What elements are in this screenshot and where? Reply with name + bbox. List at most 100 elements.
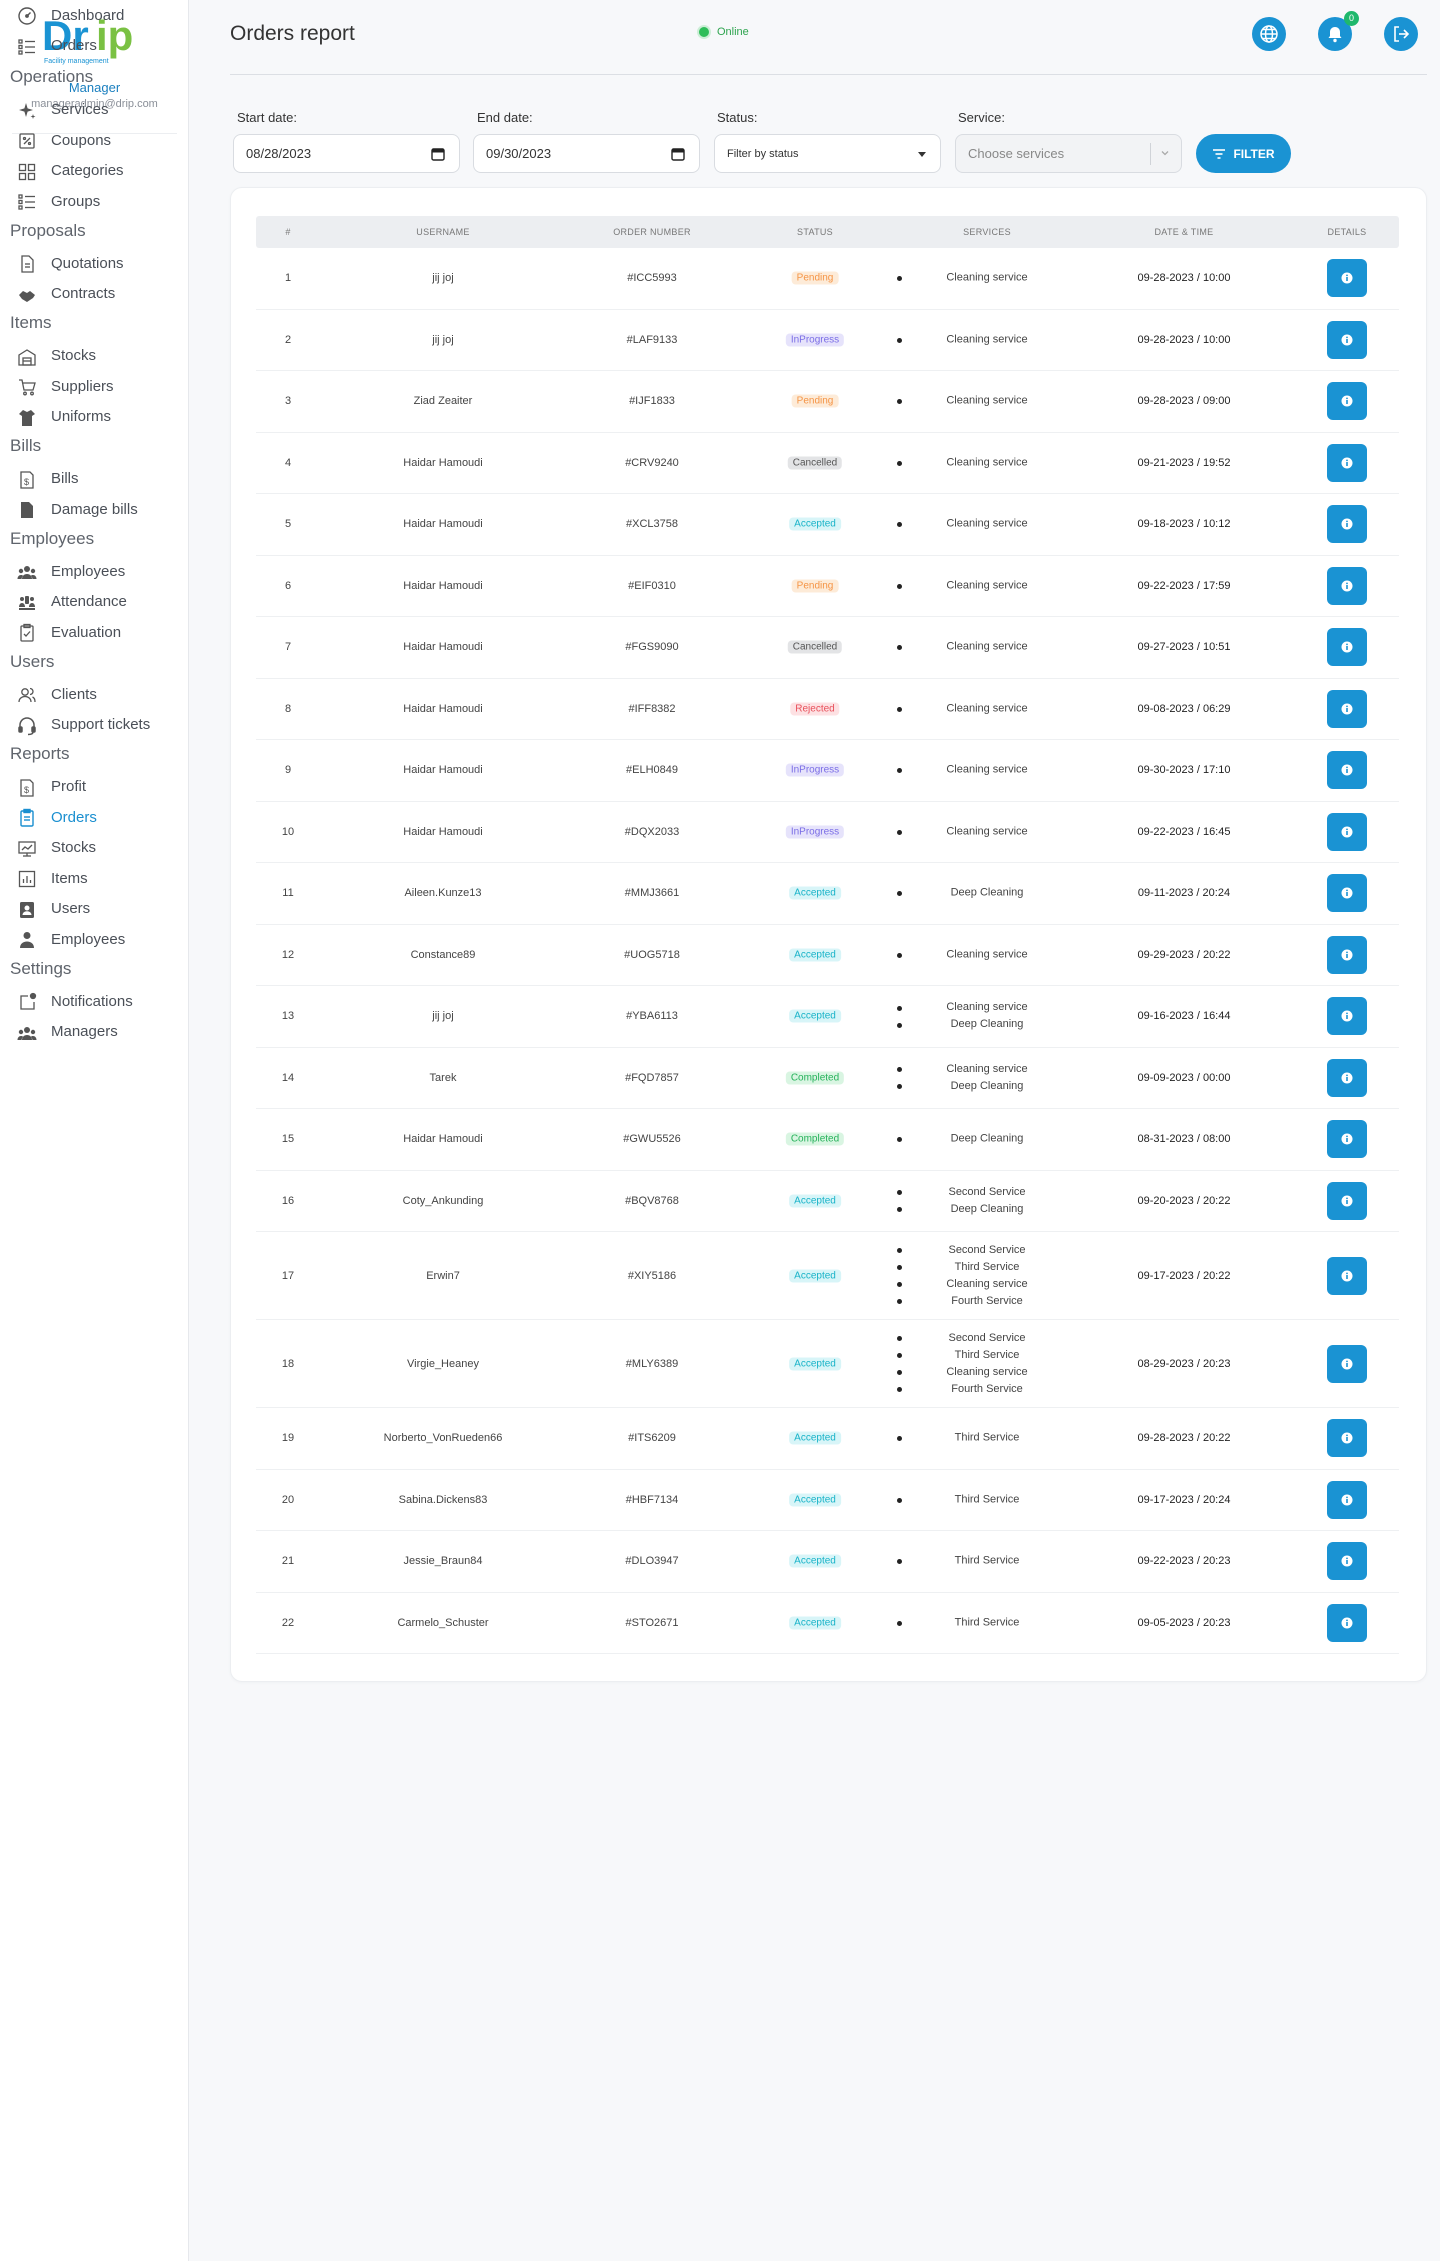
logout-button[interactable] — [1384, 17, 1418, 51]
details-button[interactable] — [1327, 320, 1367, 359]
details-button[interactable] — [1327, 751, 1367, 790]
sidebar-item-label: Quotations — [51, 254, 124, 272]
sidebar-item-label: Support tickets — [51, 716, 151, 733]
sidebar-item-operations-services[interactable]: Services — [0, 95, 189, 125]
sidebar-item-items-uniforms[interactable]: Uniforms — [0, 402, 189, 432]
row-status: Accepted — [789, 948, 841, 962]
details-button[interactable] — [1327, 1344, 1367, 1383]
table-header: # USERNAME ORDER NUMBER STATUS SERVICES … — [256, 216, 1399, 248]
sidebar-item-reports-stocks[interactable]: Stocks — [0, 833, 189, 863]
details-button[interactable] — [1327, 1419, 1367, 1458]
details-button[interactable] — [1327, 505, 1367, 544]
table-row: 18 Virgie_Heaney #MLY6389 Accepted Second Se… — [256, 1320, 1399, 1408]
details-button[interactable] — [1327, 689, 1367, 728]
sidebar-item-top-orders[interactable]: Orders — [0, 31, 189, 61]
details-button[interactable] — [1327, 997, 1367, 1036]
row-services: Cleaning service — [946, 516, 1027, 533]
status-badge: InProgress — [785, 763, 845, 777]
row-number: 15 — [281, 1133, 295, 1146]
details-button[interactable] — [1327, 1603, 1367, 1642]
column-header-number: # — [285, 227, 291, 237]
coupon-icon — [17, 131, 37, 151]
service-item: Second Service — [948, 1331, 1026, 1344]
end-date-input[interactable]: 09/30/2023 — [473, 134, 700, 173]
sidebar-item-proposals-quotations[interactable]: Quotations — [0, 248, 189, 278]
sidebar-item-label: Suppliers — [51, 377, 114, 395]
row-services: Cleaning service — [946, 639, 1027, 656]
sidebar-item-label: Damage bills — [51, 500, 138, 518]
row-order-number: #YBA6113 — [626, 1010, 678, 1023]
details-button[interactable] — [1327, 628, 1367, 667]
details-button[interactable] — [1327, 566, 1367, 605]
sidebar-item-operations-coupons[interactable]: Coupons — [0, 125, 189, 155]
services-list: Cleaning service — [946, 393, 1027, 410]
info-icon — [1341, 887, 1353, 899]
details-button[interactable] — [1327, 259, 1367, 298]
row-number: 4 — [284, 456, 292, 469]
info-icon — [1341, 1494, 1353, 1506]
table-row: 4 Haidar Hamoudi #CRV9240 Cancelled Cleaning… — [256, 433, 1399, 494]
sidebar-item-top-dashboard[interactable]: Dashboard — [0, 0, 189, 30]
info-icon — [1341, 1072, 1353, 1084]
sidebar-item-label: Employees — [51, 562, 126, 580]
sidebar-item-reports-employees[interactable]: Employees — [0, 924, 189, 954]
row-number: 13 — [281, 1010, 295, 1023]
sidebar-item-settings-managers[interactable]: Managers — [0, 1017, 189, 1047]
sidebar-item-label: Notifications — [51, 992, 133, 1010]
start-date-input[interactable]: 08/28/2023 — [233, 134, 460, 173]
sidebar-item-reports-items[interactable]: Items — [0, 863, 189, 893]
sidebar-item-items-stocks[interactable]: Stocks — [0, 341, 189, 371]
details-button[interactable] — [1327, 1181, 1367, 1220]
sidebar-item-bills-damage-bills[interactable]: Damage bills — [0, 494, 189, 524]
row-order-number: #XIY5186 — [627, 1269, 677, 1282]
sidebar-item-bills-bills[interactable]: $ Bills — [0, 464, 189, 494]
services-list: Cleaning service — [946, 331, 1027, 348]
bullet-icon — [897, 1190, 902, 1196]
sidebar-item-items-suppliers[interactable]: Suppliers — [0, 371, 189, 401]
table-row: 19 Norberto_VonRueden66 #ITS6209 Accepted Th… — [256, 1408, 1399, 1470]
row-services: Deep Cleaning — [951, 1131, 1024, 1148]
sidebar-item-settings-notifications[interactable]: Notifications — [0, 986, 189, 1016]
cart-icon — [17, 377, 37, 397]
status-select[interactable]: Filter by status — [714, 134, 941, 173]
filter-button[interactable]: FILTER — [1196, 134, 1291, 173]
calendar-icon[interactable] — [671, 147, 685, 161]
row-services: Second Service Deep Cleaning — [948, 1184, 1025, 1218]
sidebar-item-reports-profit[interactable]: $ Profit — [0, 772, 189, 802]
sparkle-icon — [17, 101, 37, 121]
details-button[interactable] — [1327, 1480, 1367, 1519]
details-button[interactable] — [1327, 443, 1367, 482]
sidebar-item-employees-attendance[interactable]: Attendance — [0, 587, 189, 617]
details-button[interactable] — [1327, 1058, 1367, 1097]
row-status: Pending — [791, 271, 839, 285]
sidebar-item-employees-evaluation[interactable]: Evaluation — [0, 617, 189, 647]
service-select[interactable]: Choose services — [955, 134, 1182, 173]
details-button[interactable] — [1327, 1120, 1367, 1159]
sidebar-item-operations-groups[interactable]: Groups — [0, 186, 189, 216]
details-button[interactable] — [1327, 874, 1367, 913]
sidebar-item-reports-users[interactable]: Users — [0, 894, 189, 924]
sidebar-item-employees-employees[interactable]: Employees — [0, 556, 189, 586]
bullet-icon — [897, 1370, 902, 1375]
column-header-services: SERVICES — [963, 227, 1011, 237]
status-badge: Accepted — [789, 1194, 841, 1208]
service-item: Cleaning service — [946, 948, 1028, 961]
details-button[interactable] — [1327, 1542, 1367, 1581]
calendar-icon[interactable] — [431, 147, 445, 161]
info-icon — [1341, 457, 1353, 469]
gauge-icon — [17, 6, 37, 26]
details-button[interactable] — [1327, 382, 1367, 421]
bullet-icon — [897, 399, 902, 405]
services-list: Cleaning service — [946, 823, 1027, 840]
row-username: Haidar Hamoudi — [403, 518, 483, 531]
details-button[interactable] — [1327, 812, 1367, 851]
sidebar-item-users-support-tickets[interactable]: Support tickets — [0, 710, 189, 740]
language-button[interactable] — [1252, 17, 1286, 51]
status-badge: Accepted — [789, 1493, 841, 1507]
sidebar-item-operations-categories[interactable]: Categories — [0, 156, 189, 186]
sidebar-item-proposals-contracts[interactable]: Contracts — [0, 279, 189, 309]
sidebar-item-users-clients[interactable]: Clients — [0, 679, 189, 709]
sidebar-item-reports-orders[interactable]: Orders — [0, 802, 189, 832]
details-button[interactable] — [1327, 935, 1367, 974]
details-button[interactable] — [1327, 1256, 1367, 1295]
